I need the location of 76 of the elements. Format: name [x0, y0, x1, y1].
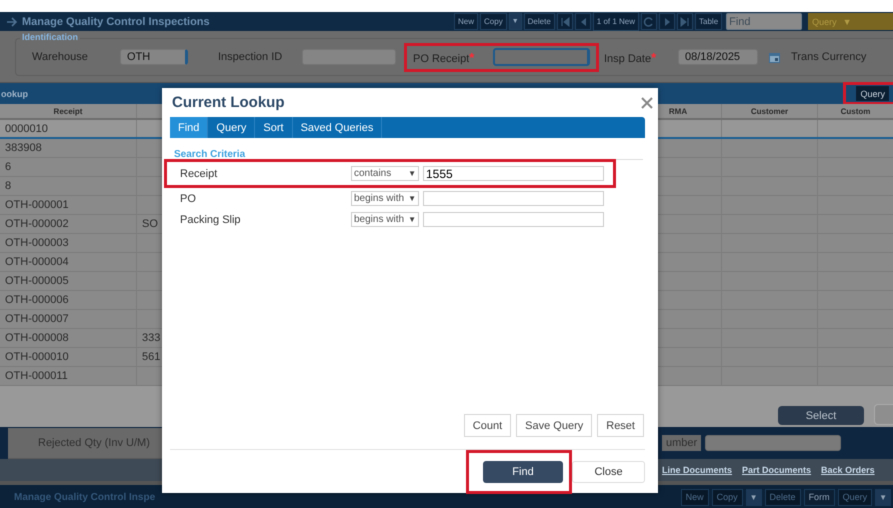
column-header: Customer: [722, 104, 818, 118]
nav-button[interactable]: [574, 13, 591, 30]
table-cell: OTH-000005: [0, 272, 137, 290]
nav-button[interactable]: [556, 13, 573, 30]
find-button[interactable]: Find: [483, 460, 563, 482]
table-cell: OTH-000010: [0, 348, 137, 366]
input-field[interactable]: [705, 435, 842, 451]
column-header: Custom: [840, 106, 872, 118]
tab[interactable]: Find: [170, 117, 208, 138]
section-legend: Identification: [20, 32, 80, 42]
tab[interactable]: Saved Queries: [292, 117, 382, 138]
toolbar-button[interactable]: Table: [695, 13, 722, 30]
input-field[interactable]: [493, 48, 590, 66]
input-field[interactable]: [302, 49, 396, 65]
close-button[interactable]: Close: [572, 460, 645, 482]
field-label: PO Receipt*: [413, 50, 476, 64]
tab[interactable]: Query: [208, 117, 256, 138]
link[interactable]: Part Documents: [742, 465, 812, 475]
table-cell: OTH-000002: [0, 215, 137, 233]
link[interactable]: Back Orders: [821, 465, 875, 475]
toolbar-button[interactable]: Copy: [480, 13, 507, 30]
calendar-icon: [768, 50, 781, 64]
field-label: Trans Currency: [791, 51, 866, 63]
action-button[interactable]: Count: [464, 414, 512, 437]
dropdown-button[interactable]: ▼: [746, 488, 762, 506]
table-cell: 8: [0, 177, 137, 195]
nav-button[interactable]: [641, 13, 658, 30]
operator-dropdown[interactable]: begins with ▼: [351, 212, 419, 227]
table-cell: 6: [0, 158, 137, 176]
operator-dropdown[interactable]: begins with ▼: [351, 191, 419, 206]
field-label: Insp Date*: [604, 50, 658, 64]
last-icon: [679, 16, 692, 28]
close-icon: [641, 96, 653, 108]
action-button[interactable]: Save Query: [516, 414, 592, 437]
field-label: Warehouse: [32, 51, 89, 63]
table-cell: OTH-000006: [0, 291, 137, 309]
table-cell: OTH-000008: [0, 329, 137, 347]
operator-dropdown[interactable]: contains ▼: [351, 166, 419, 181]
dropdown-button[interactable]: ▼: [875, 488, 891, 506]
column-header: Receipt: [0, 104, 137, 118]
table-cell: 0000010: [0, 120, 137, 137]
table-cell: OTH-000011: [0, 367, 137, 385]
table-cell: OTH-000007: [0, 310, 137, 328]
table-cell: 383908: [0, 139, 137, 157]
field-label: Receipt: [180, 168, 218, 180]
toolbar-button[interactable]: New: [454, 13, 478, 30]
field-label: Packing Slip: [180, 214, 242, 226]
tab[interactable]: Sort: [255, 117, 293, 138]
table-cell: OTH-000004: [0, 253, 137, 271]
nav-button[interactable]: [659, 13, 676, 30]
button[interactable]: [874, 404, 893, 425]
input-field[interactable]: OTH: [120, 49, 188, 65]
window-title: Manage Quality Control Inspections: [22, 16, 211, 28]
window-title: Manage Quality Control Inspe: [14, 492, 156, 502]
panel-title: ookup: [0, 88, 29, 98]
record-counter: 1 of 1 New: [592, 12, 640, 31]
refresh-icon: [643, 16, 656, 28]
link[interactable]: Line Documents: [662, 465, 732, 475]
nav-button[interactable]: [677, 13, 694, 30]
field-label: umber: [662, 435, 702, 451]
toolbar-button[interactable]: Form: [804, 488, 835, 506]
action-button[interactable]: Reset: [597, 414, 644, 437]
query-button[interactable]: Query: [856, 86, 889, 101]
select-button[interactable]: Select: [778, 406, 864, 425]
section-heading: Search Criteria: [174, 150, 643, 160]
input-field[interactable]: 08/18/2025: [678, 49, 758, 65]
input-field[interactable]: 1555: [423, 166, 604, 181]
first-icon: [558, 16, 571, 28]
field-label: Rejected Qty (Inv U/M): [38, 436, 150, 448]
table-cell: OTH-000003: [0, 234, 137, 252]
dialog-title: Current Lookup: [172, 94, 284, 111]
toolbar-button[interactable]: Delete: [524, 13, 555, 30]
field-label: Inspection ID: [218, 51, 284, 63]
arrow-icon: [6, 16, 18, 26]
find-field[interactable]: Find: [726, 13, 802, 30]
table-cell: OTH-000001: [0, 196, 137, 214]
